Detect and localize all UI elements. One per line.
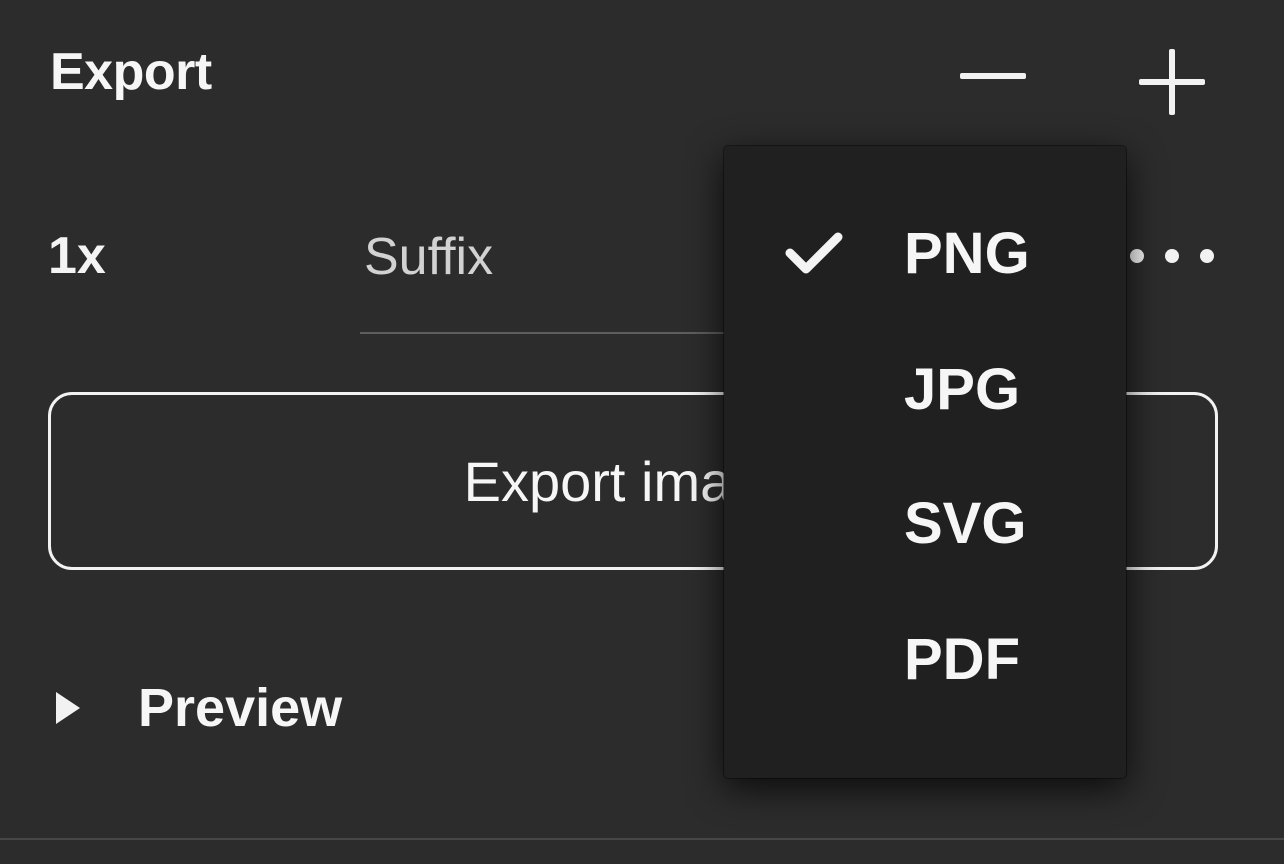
more-options-button[interactable]	[1124, 226, 1220, 286]
add-export-button[interactable]	[1130, 40, 1214, 124]
caret-right-icon	[56, 692, 80, 724]
format-option-jpg[interactable]: JPG	[724, 334, 1126, 444]
scale-select[interactable]: 1x	[48, 226, 128, 286]
preview-toggle[interactable]: Preview	[54, 668, 342, 748]
export-panel: Export 1x Export imag Preview	[0, 0, 1284, 864]
export-button-label: Export imag	[463, 449, 763, 513]
suffix-input[interactable]	[360, 222, 724, 292]
format-option-label: PNG	[904, 220, 1030, 286]
preview-label: Preview	[138, 678, 343, 738]
format-dropdown-menu: PNG JPG SVG PDF	[724, 146, 1126, 778]
more-horizontal-icon	[1130, 249, 1214, 263]
panel-title: Export	[50, 43, 212, 101]
format-option-label: PDF	[904, 626, 1020, 692]
suffix-field	[360, 222, 780, 334]
check-icon	[785, 232, 843, 274]
divider	[0, 838, 1284, 840]
plus-icon	[1139, 49, 1205, 115]
minus-icon	[960, 73, 1026, 79]
format-option-png[interactable]: PNG	[724, 198, 1126, 308]
format-option-pdf[interactable]: PDF	[724, 604, 1126, 714]
format-option-svg[interactable]: SVG	[724, 468, 1126, 578]
format-option-label: SVG	[904, 490, 1027, 556]
format-option-label: JPG	[904, 356, 1021, 422]
remove-export-button[interactable]	[950, 44, 1036, 108]
